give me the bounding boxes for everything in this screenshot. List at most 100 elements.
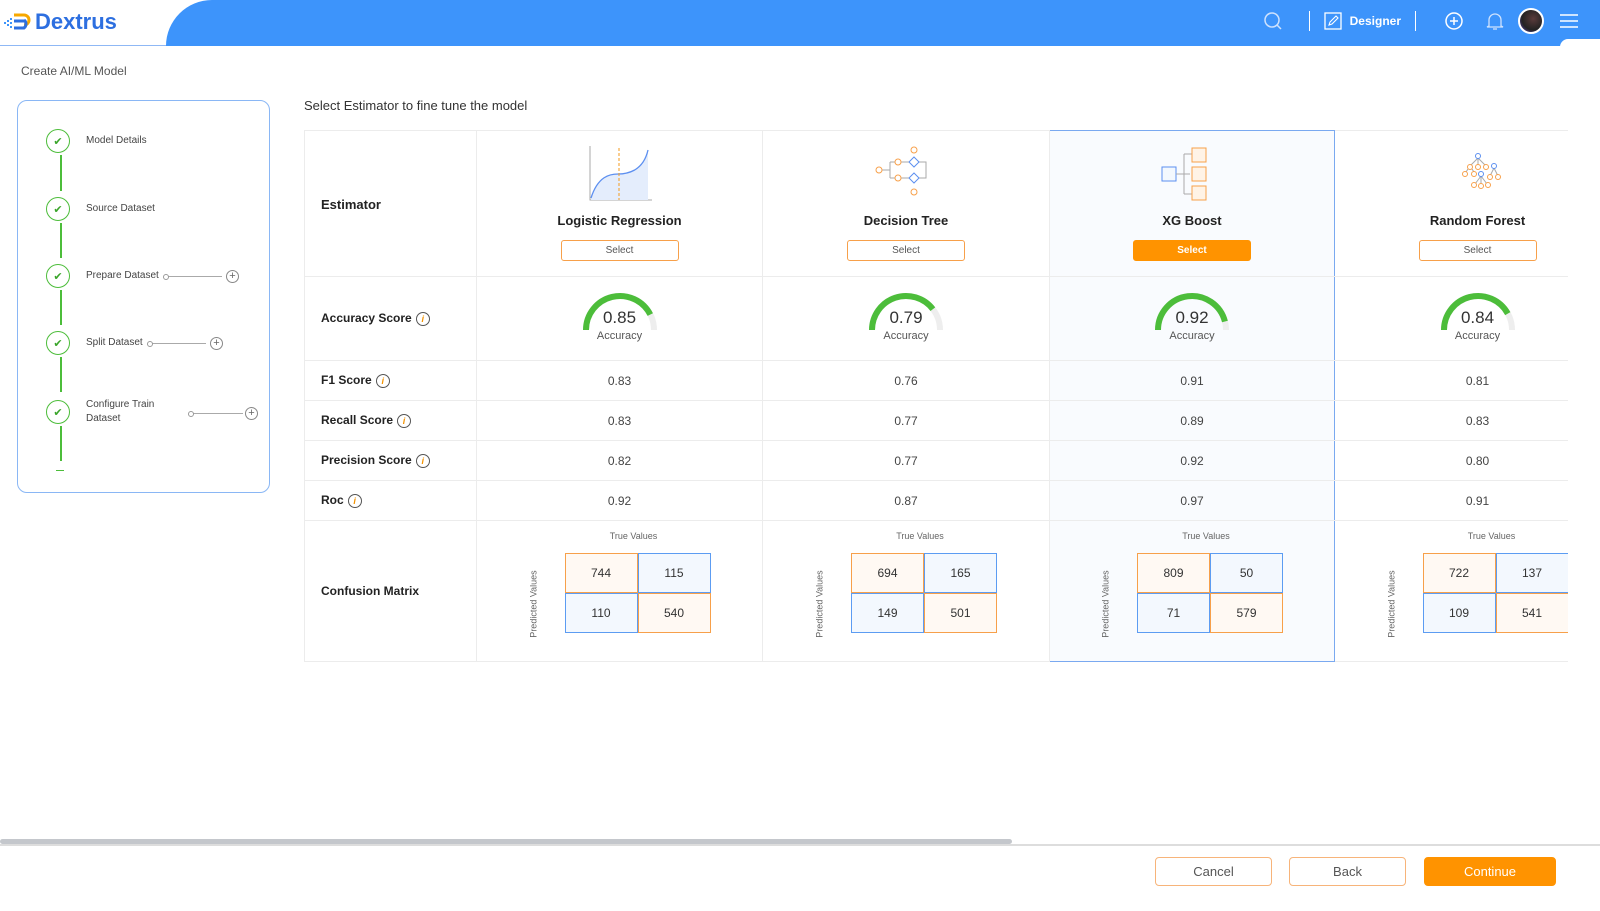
predicted-values-label: Predicted Values <box>1386 570 1397 638</box>
model-header: Random Forest Select <box>1334 130 1568 277</box>
edit-icon <box>1323 12 1342 30</box>
label-text: Roc <box>321 493 344 508</box>
accuracy-gauge: 0.79 Accuracy <box>861 291 951 347</box>
row-label-precision: Precision Score i <box>304 440 477 481</box>
user-avatar[interactable] <box>1518 8 1544 34</box>
model-header: Decision Tree Select <box>762 130 1050 277</box>
check-circle-icon: ✔ <box>46 197 70 221</box>
confusion-matrix-row: Confusion Matrix True Values Predicted Va… <box>304 520 1568 662</box>
step-label: Configure Train Dataset <box>86 399 155 424</box>
estimator-comparison-table: Estimator Logistic Regression Select Dec… <box>304 130 1568 662</box>
check-circle-icon: ✔ <box>46 264 70 288</box>
f1-value: 0.81 <box>1334 360 1568 401</box>
accuracy-cell: 0.85 Accuracy <box>476 276 763 361</box>
accuracy-caption: Accuracy <box>883 329 929 342</box>
info-icon[interactable]: i <box>397 413 412 428</box>
select-random-forest-button[interactable]: Select <box>1418 240 1537 261</box>
model-name: Logistic Regression <box>557 213 682 228</box>
matrix-value: 540 <box>637 593 711 633</box>
page-title: Select Estimator to fine tune the model <box>304 98 528 113</box>
matrix-value: 165 <box>924 553 997 593</box>
confusion-matrix-cell: True Values Predicted Values 722 137 109 541 <box>1334 520 1568 662</box>
recall-value: 0.89 <box>1049 400 1335 441</box>
true-values-label: True Values <box>609 531 658 541</box>
label-text: Precision Score <box>321 453 412 468</box>
notification-bell-icon[interactable] <box>1486 11 1504 31</box>
designer-mode-button[interactable]: Designer <box>1323 12 1401 30</box>
label-text: Accuracy Score <box>321 311 412 326</box>
matrix-value: 501 <box>924 593 997 633</box>
step-label: Source Dataset <box>86 203 155 214</box>
check-circle-icon: ✔ <box>46 129 70 153</box>
label-text: F1 Score <box>321 373 372 388</box>
predicted-values-label: Predicted Values <box>1100 570 1111 638</box>
horizontal-scrollbar[interactable] <box>0 838 1600 846</box>
check-circle-icon: ✔ <box>46 331 70 355</box>
select-logistic-regression-button[interactable]: Select <box>560 240 679 261</box>
random-forest-icon <box>1461 153 1501 189</box>
confusion-matrix-cell: True Values Predicted Values 694 165 149 501 <box>762 520 1050 662</box>
top-bar: Dextrus Designer <box>0 0 1600 47</box>
estimator-row: Estimator Logistic Regression Select Dec… <box>304 130 1568 277</box>
matrix-value: 50 <box>1210 553 1283 593</box>
select-decision-tree-button[interactable]: Select <box>847 240 965 261</box>
model-name: Random Forest <box>1429 213 1526 228</box>
add-step-icon[interactable]: + <box>226 270 239 283</box>
true-values-label: True Values <box>1467 531 1516 541</box>
accuracy-gauge: 0.85 Accuracy <box>575 291 665 347</box>
confusion-matrix: True Values Predicted Values 809 50 71 579 <box>1092 531 1292 651</box>
select-xgboost-button[interactable]: Select <box>1133 240 1251 261</box>
continue-button[interactable]: Continue <box>1424 857 1556 886</box>
precision-value: 0.80 <box>1334 440 1568 481</box>
f1-value: 0.83 <box>476 360 763 401</box>
matrix-value: 694 <box>851 553 924 593</box>
matrix-value: 579 <box>1210 593 1283 633</box>
recall-value: 0.83 <box>476 400 763 441</box>
recall-row: Recall Score i 0.83 0.77 0.89 0.83 <box>304 400 1568 441</box>
step-split-dataset[interactable]: ✔ Split Dataset <box>46 331 143 355</box>
model-header: Logistic Regression Select <box>476 130 763 277</box>
roc-row: Roc i 0.92 0.87 0.97 0.91 <box>304 480 1568 521</box>
confusion-matrix: True Values Predicted Values 694 165 149 501 <box>806 531 1006 651</box>
roc-value: 0.91 <box>1334 480 1568 521</box>
info-icon[interactable]: i <box>375 373 390 388</box>
search-icon[interactable] <box>1263 11 1283 31</box>
accuracy-caption: Accuracy <box>596 329 643 342</box>
precision-value: 0.77 <box>762 440 1050 481</box>
accuracy-row: Accuracy Score i 0.85 Accuracy 0.79 Accurac… <box>304 276 1568 361</box>
check-circle-icon: ✔ <box>46 400 70 424</box>
info-icon[interactable]: i <box>347 493 362 508</box>
logistic-regression-icon <box>589 146 652 201</box>
confusion-matrix: True Values Predicted Values 722 137 109 541 <box>1378 531 1568 651</box>
step-label: Model Details <box>86 135 147 146</box>
back-button[interactable]: Back <box>1289 857 1406 886</box>
step-configure-train-dataset[interactable]: ✔ Configure Train Dataset <box>46 399 154 424</box>
predicted-values-label: Predicted Values <box>814 570 825 638</box>
accuracy-value: 0.92 <box>1175 307 1209 327</box>
step-prepare-dataset[interactable]: ✔ Prepare Dataset <box>46 264 159 288</box>
step-source-dataset[interactable]: ✔ Source Dataset <box>46 197 155 221</box>
true-values-label: True Values <box>1182 531 1230 541</box>
step-connector-line <box>163 274 222 280</box>
accuracy-value: 0.84 <box>1460 307 1495 327</box>
model-name: Decision Tree <box>863 213 949 228</box>
row-label-f1: F1 Score i <box>304 360 477 401</box>
info-icon[interactable]: i <box>415 453 430 468</box>
brand-logo[interactable]: Dextrus <box>4 9 117 35</box>
accuracy-caption: Accuracy <box>1454 329 1501 342</box>
row-label-roc: Roc i <box>304 480 477 521</box>
scrollbar-thumb[interactable] <box>0 839 1012 844</box>
step-connector <box>60 155 62 191</box>
step-connector-line <box>147 341 206 347</box>
hamburger-menu-icon[interactable] <box>1560 14 1578 28</box>
matrix-value: 744 <box>564 553 638 593</box>
f1-value: 0.91 <box>1049 360 1335 401</box>
info-icon[interactable]: i <box>415 311 430 326</box>
roc-value: 0.97 <box>1049 480 1335 521</box>
add-icon[interactable] <box>1444 11 1464 31</box>
add-step-icon[interactable]: + <box>245 407 258 420</box>
step-model-details[interactable]: ✔ Model Details <box>46 129 147 153</box>
row-label-estimator: Estimator <box>304 130 477 277</box>
add-step-icon[interactable]: + <box>210 337 223 350</box>
cancel-button[interactable]: Cancel <box>1155 857 1272 886</box>
